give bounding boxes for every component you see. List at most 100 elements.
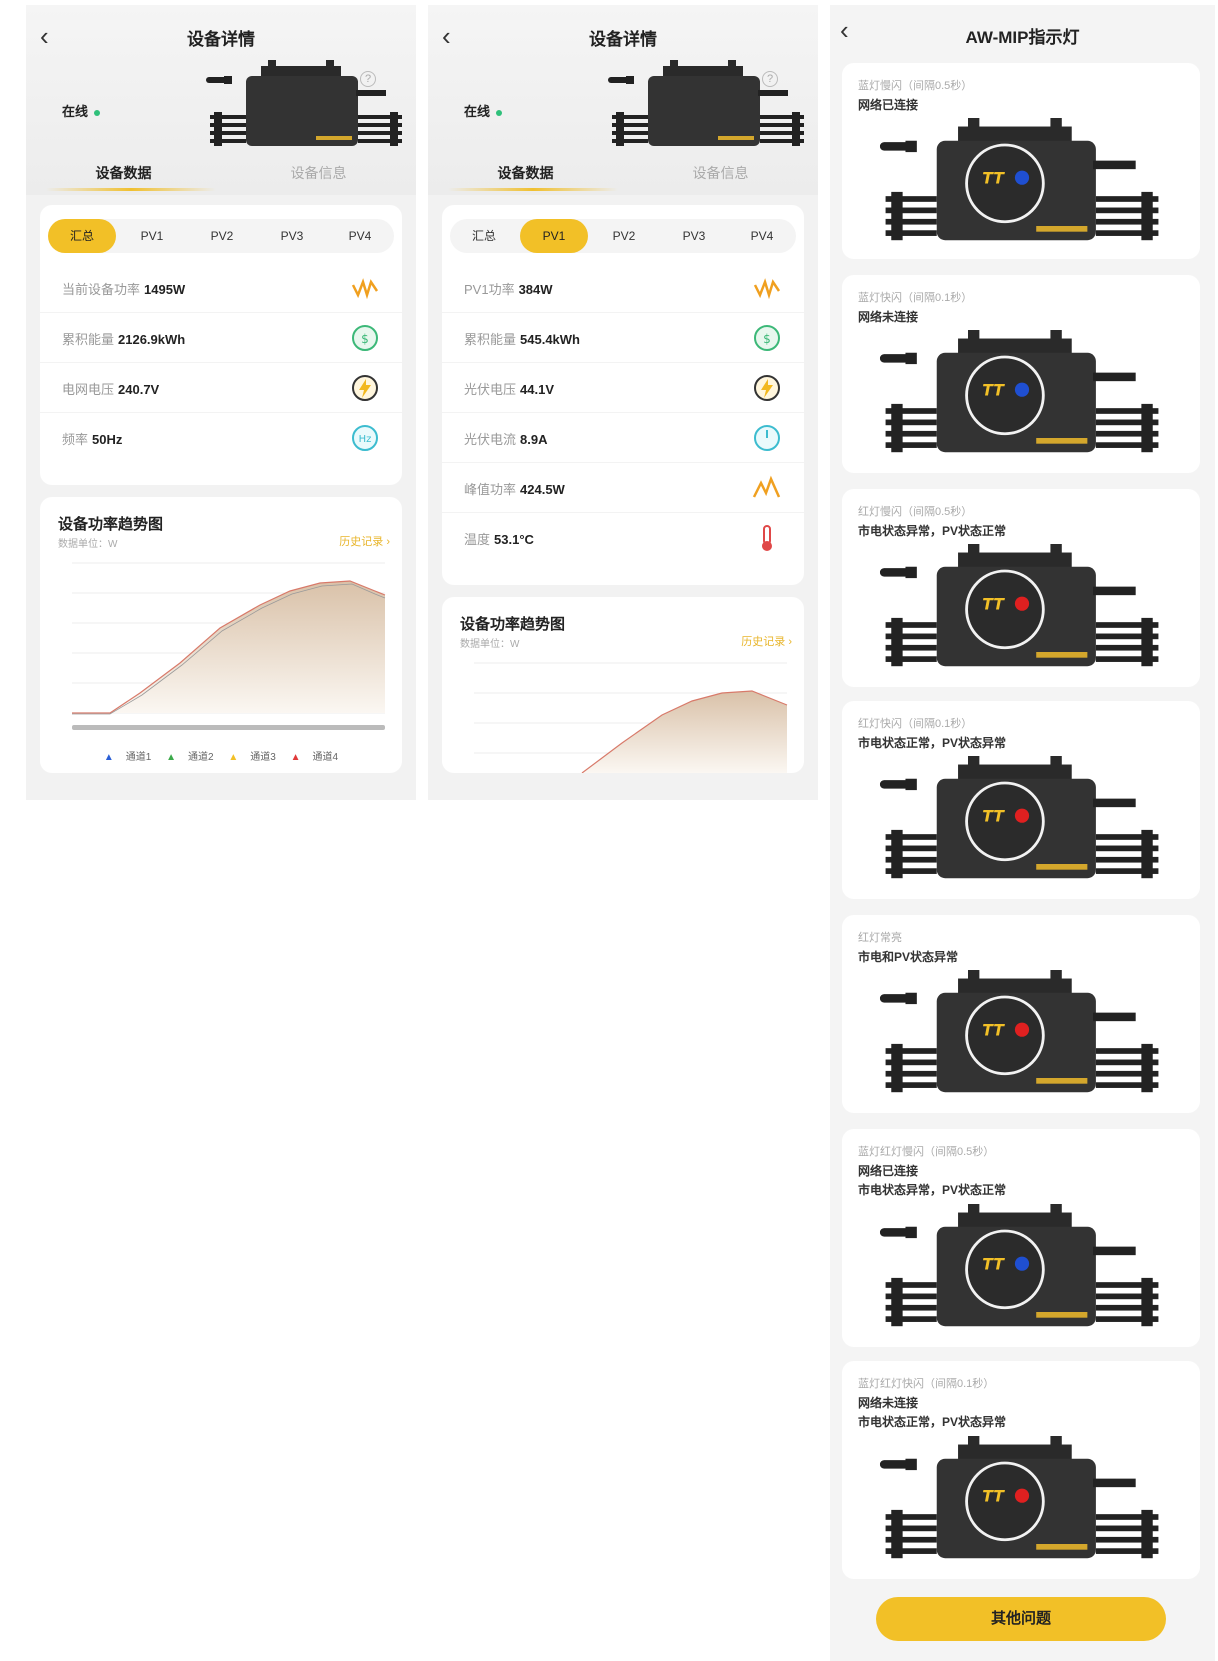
online-dot-icon: [94, 109, 101, 116]
indicator-card: 蓝灯红灯快闪（间隔0.1秒） 网络未连接市电状态正常，PV状态异常 TT: [842, 1361, 1200, 1579]
indicator-pattern: 蓝灯慢闪（间隔0.5秒）: [858, 80, 973, 92]
row-pv1-power: PV1功率 384W: [442, 263, 804, 313]
screen-device-summary: ‹ 设备详情 ? 在线 设备数据 设备信息 汇总 PV1 PV2 PV3 PV4…: [26, 5, 416, 800]
row-value: 1495W: [144, 282, 186, 297]
svg-text:TT: TT: [982, 594, 1005, 613]
inverter-led-image: TT: [872, 1204, 1172, 1339]
inverter-led-image: TT: [872, 118, 1172, 253]
svg-text:$: $: [763, 332, 771, 346]
tab-device-info[interactable]: 设备信息: [623, 163, 818, 183]
indicator-meaning: 网络未连接: [858, 310, 919, 324]
led-indicator-icon: [1014, 382, 1030, 397]
indicator-pattern: 红灯快闪（间隔0.1秒）: [858, 718, 973, 730]
segment-pv3[interactable]: PV3: [660, 219, 728, 253]
segment-summary[interactable]: 汇总: [450, 219, 518, 253]
row-value: 240.7V: [118, 382, 160, 397]
chart-legend: ▲ 通道1 ▲ 通道2 ▲ 通道3 ▲ 通道4: [40, 748, 402, 763]
row-current-power: 当前设备功率 1495W: [40, 263, 402, 313]
segment-pv3[interactable]: PV3: [258, 219, 326, 253]
other-questions-button[interactable]: 其他问题: [876, 1597, 1166, 1641]
indicator-pattern: 蓝灯红灯慢闪（间隔0.5秒）: [858, 1146, 995, 1158]
legend-ch1-icon: ▲: [103, 752, 114, 763]
row-energy: 累积能量 545.4kWh $: [442, 313, 804, 363]
segment-pv2[interactable]: PV2: [590, 219, 658, 253]
row-value: 8.9A: [520, 432, 548, 447]
row-label: 累积能量: [464, 332, 517, 347]
status-label: 在线: [464, 104, 491, 119]
row-value: 2126.9kWh: [118, 332, 186, 347]
chart-unit: 数据单位：W: [460, 639, 520, 650]
led-indicator-icon: [1014, 596, 1030, 611]
screen-device-pv1: ‹ 设备详情 ? 在线 设备数据 设备信息 汇总 PV1 PV2 PV3 PV4…: [428, 5, 818, 800]
indicator-meaning: 网络已连接: [858, 1164, 919, 1178]
indicator-meaning: 网络已连接: [858, 98, 919, 112]
svg-text:TT: TT: [982, 168, 1005, 187]
tab-indicator: [46, 188, 216, 191]
inverter-led-image: TT: [872, 1436, 1172, 1571]
segment-pv4[interactable]: PV4: [728, 219, 796, 253]
indicator-pattern: 蓝灯红灯快闪（间隔0.1秒）: [858, 1378, 995, 1390]
voltage-bolt-icon: [352, 375, 378, 401]
online-dot-icon: [496, 109, 503, 116]
row-value: 50Hz: [92, 432, 123, 447]
row-label: 频率: [62, 432, 89, 447]
row-value: 44.1V: [520, 382, 554, 397]
tab-device-data[interactable]: 设备数据: [26, 163, 221, 183]
chart-card: 设备功率趋势图 数据单位：W 历史记录 ›: [442, 597, 804, 773]
indicator-pattern: 红灯慢闪（间隔0.5秒）: [858, 506, 973, 518]
frequency-hz-icon: Hz: [352, 425, 378, 451]
indicator-card: 红灯快闪（间隔0.1秒） 市电状态正常，PV状态异常 TT: [842, 701, 1200, 899]
status-badge: 在线: [62, 101, 101, 120]
led-indicator-icon: [1014, 1256, 1030, 1271]
page-title: 设备详情: [187, 30, 255, 49]
indicator-card: 蓝灯快闪（间隔0.1秒） 网络未连接 TT: [842, 275, 1200, 473]
indicator-meaning: 市电状态异常，PV状态正常: [858, 1183, 1007, 1197]
status-label: 在线: [62, 104, 89, 119]
chart-card: 设备功率趋势图 数据单位：W 历史记录 › ▲ 通道1 ▲ 通道2 ▲ 通道3 ▲ 通道…: [40, 497, 402, 773]
segment-summary[interactable]: 汇总: [48, 219, 116, 253]
row-label: 温度: [464, 532, 491, 547]
indicator-meaning: 网络未连接: [858, 1396, 919, 1410]
tab-device-info[interactable]: 设备信息: [221, 163, 416, 183]
svg-text:TT: TT: [982, 1020, 1005, 1039]
svg-text:TT: TT: [982, 806, 1005, 825]
row-label: 累积能量: [62, 332, 115, 347]
history-link[interactable]: 历史记录 ›: [339, 533, 390, 549]
row-pv-current: 光伏电流 8.9A: [442, 413, 804, 463]
segment-control: 汇总 PV1 PV2 PV3 PV4: [48, 219, 394, 253]
indicator-meaning: 市电和PV状态异常: [858, 950, 959, 964]
energy-icon: $: [754, 325, 780, 351]
indicator-meaning: 市电状态正常，PV状态异常: [858, 1415, 1007, 1429]
legend-ch2-icon: ▲: [166, 752, 177, 763]
segment-pv2[interactable]: PV2: [188, 219, 256, 253]
row-label: 光伏电压: [464, 382, 517, 397]
peak-power-icon: [752, 475, 781, 498]
row-grid-voltage: 电网电压 240.7V: [40, 363, 402, 413]
indicator-card: 蓝灯慢闪（间隔0.5秒） 网络已连接 TT: [842, 63, 1200, 259]
header: ‹ 设备详情 ? 在线 设备数据 设备信息: [26, 5, 416, 195]
legend-ch3-icon: ▲: [228, 752, 239, 763]
legend-ch3: 通道3: [250, 752, 276, 763]
status-badge: 在线: [464, 101, 503, 120]
row-label: 光伏电流: [464, 432, 517, 447]
svg-text:TT: TT: [982, 1254, 1005, 1273]
history-link[interactable]: 历史记录 ›: [741, 633, 792, 649]
inverter-image: [206, 60, 406, 155]
power-trend-chart: [72, 562, 386, 730]
led-indicator-icon: [1014, 1488, 1030, 1503]
row-value: 545.4kWh: [520, 332, 580, 347]
row-value: 53.1°C: [494, 532, 534, 547]
indicator-pattern: 蓝灯快闪（间隔0.1秒）: [858, 292, 973, 304]
power-wave-icon: [351, 278, 379, 300]
segment-pv1[interactable]: PV1: [520, 219, 588, 253]
segment-pv1[interactable]: PV1: [118, 219, 186, 253]
tab-device-data[interactable]: 设备数据: [428, 163, 623, 183]
energy-icon: $: [352, 325, 378, 351]
led-indicator-icon: [1014, 170, 1030, 185]
indicator-card: 红灯慢闪（间隔0.5秒） 市电状态异常，PV状态正常 TT: [842, 489, 1200, 687]
row-frequency: 频率 50Hz Hz: [40, 413, 402, 463]
led-indicator-icon: [1014, 808, 1030, 823]
segment-pv4[interactable]: PV4: [326, 219, 394, 253]
chart-unit: 数据单位：W: [58, 539, 118, 550]
inverter-led-image: TT: [872, 330, 1172, 465]
